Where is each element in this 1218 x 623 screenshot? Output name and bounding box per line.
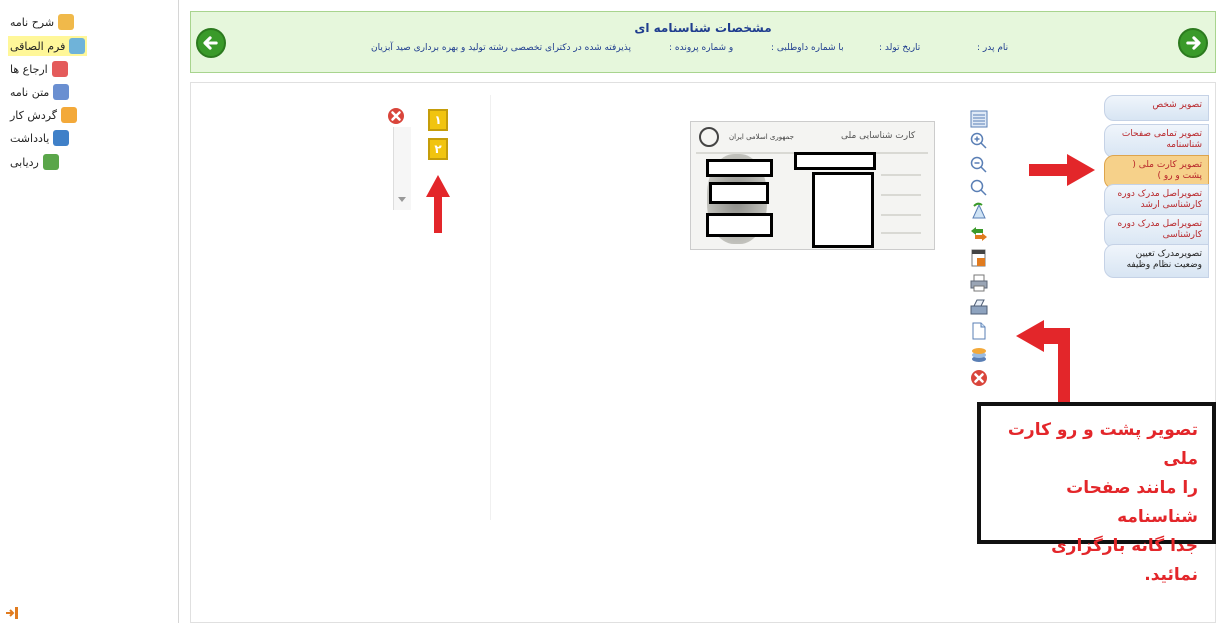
workflow-icon	[61, 107, 78, 123]
redaction-box	[812, 172, 874, 248]
sidebar-item-label: فرم الصاقی	[10, 39, 66, 53]
close-pages-icon[interactable]	[387, 107, 405, 125]
sidebar-item-letter-description[interactable]: شرح نامه	[8, 12, 76, 32]
delete-icon[interactable]	[970, 369, 988, 387]
zoom-out-icon[interactable]	[970, 156, 988, 174]
sidebar-item-label: یادداشت	[10, 131, 50, 145]
callout-line-2: را مانند صفحات شناسنامه	[1066, 478, 1198, 527]
flip-icon[interactable]	[970, 225, 988, 243]
sidebar-item-notes[interactable]: یادداشت	[8, 128, 71, 148]
new-document-icon[interactable]	[970, 322, 988, 340]
pages-scrollbar[interactable]	[393, 127, 411, 210]
redaction-box	[706, 159, 773, 177]
divider	[881, 174, 921, 176]
applicant-number-field: با شماره داوطلبی :	[771, 43, 844, 53]
page-thumbnail-1[interactable]: ۱	[428, 109, 448, 131]
referral-icon	[51, 61, 68, 77]
sidebar: شرح نامه فرم الصاقی ارجاع ها متن نامه گر…	[0, 0, 179, 623]
letter-text-icon	[53, 84, 70, 100]
tab-masters-degree[interactable]: تصویراصل مدرک دوره کارشناسی ارشد	[1104, 184, 1209, 218]
sidebar-item-referrals[interactable]: ارجاع ها	[8, 59, 70, 79]
note-icon	[53, 130, 70, 146]
birth-date-field: تاریخ تولد :	[879, 43, 921, 53]
tracking-icon	[42, 154, 59, 170]
sidebar-item-label: ارجاع ها	[10, 62, 48, 76]
pointer-up-arrow-icon	[426, 175, 450, 233]
callout-line-1: تصویر پشت و رو کارت ملی	[1007, 420, 1198, 469]
envelope-icon	[58, 14, 75, 30]
sidebar-item-attached-form[interactable]: فرم الصاقی	[8, 36, 88, 56]
father-name-field: نام پدر :	[977, 43, 1009, 53]
zoom-in-icon[interactable]	[970, 132, 988, 150]
sidebar-item-letter-text[interactable]: متن نامه	[8, 82, 71, 102]
sidebar-item-label: گردش کار	[10, 108, 58, 122]
file-number-field: و شماره پرونده :	[669, 43, 734, 53]
page-title: مشخصات شناسنامه ای	[634, 21, 772, 35]
sidebar-item-tracking[interactable]: ردیابی	[8, 152, 61, 172]
tab-military-service[interactable]: تصویرمدرک تعیین وضعیت نظام وظیفه	[1104, 244, 1209, 278]
exit-icon[interactable]	[6, 607, 20, 619]
card-heading: کارت شناسایی ملی	[841, 131, 916, 141]
emblem-icon	[699, 127, 719, 147]
sidebar-item-workflow[interactable]: گردش کار	[8, 105, 79, 125]
accepted-program-text: پذیرفته شده در دکترای تخصصی رشته تولید و…	[371, 43, 632, 53]
pointer-arrow-icon	[1029, 154, 1095, 186]
form-icon	[69, 38, 86, 54]
sidebar-item-label: ردیابی	[10, 155, 39, 169]
thumbnails-icon[interactable]	[970, 110, 988, 128]
rotate-icon[interactable]	[970, 202, 988, 220]
sidebar-item-label: شرح نامه	[10, 15, 55, 29]
divider	[881, 232, 921, 234]
tab-birth-certificate-pages[interactable]: تصویر تمامی صفحات شناسنامه	[1104, 124, 1209, 158]
zoom-reset-icon[interactable]	[970, 179, 988, 197]
card-issuer: جمهوری اسلامی ایران	[729, 133, 794, 141]
print-icon[interactable]	[970, 274, 988, 292]
divider	[881, 194, 921, 196]
pointer-elbow-arrow-icon	[1016, 320, 1070, 402]
divider	[881, 214, 921, 216]
chevron-down-icon[interactable]	[398, 197, 406, 202]
page-thumbnail-2[interactable]: ۲	[428, 138, 448, 160]
sidebar-item-label: متن نامه	[10, 85, 50, 99]
redaction-box	[709, 182, 769, 204]
redaction-box	[706, 213, 773, 237]
tab-person-photo[interactable]: تصویر شخص	[1104, 95, 1209, 121]
instruction-callout: تصویر پشت و رو کارت ملی را مانند صفحات ش…	[977, 402, 1216, 585]
callout-line-3: جدا گانه بارگزاری نمائید.	[1051, 536, 1198, 585]
tab-bachelors-degree[interactable]: تصویراصل مدرک دوره کارشناسی	[1104, 214, 1209, 248]
redaction-box	[794, 152, 876, 170]
image-file-icon[interactable]	[970, 249, 988, 267]
stack-icon[interactable]	[970, 346, 988, 364]
scanner-icon[interactable]	[970, 299, 988, 317]
header-panel: مشخصات شناسنامه ای نام پدر : تاریخ تولد …	[190, 11, 1216, 73]
